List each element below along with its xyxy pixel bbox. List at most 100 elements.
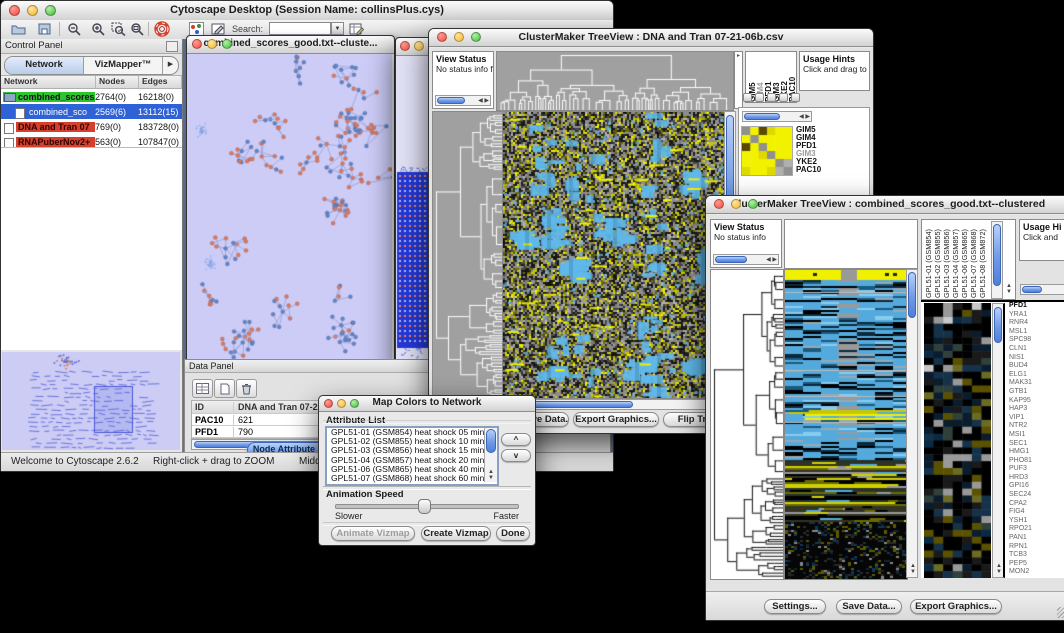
tv1-side-scrollbar[interactable]: ◀ ▶ — [742, 111, 812, 122]
tv1-column-dendrogram[interactable] — [496, 51, 734, 111]
close-button[interactable] — [324, 399, 333, 408]
tv2-zoom-heatmap[interactable] — [924, 303, 991, 578]
column-label[interactable]: GPL51-04 (GSM857) — [951, 222, 960, 298]
gene-label[interactable]: HRD3 — [1007, 474, 1064, 483]
gene-label[interactable]: GPI16 — [1007, 482, 1064, 491]
gene-label[interactable]: MAK31 — [1007, 379, 1064, 388]
gene-label[interactable]: YRA1 — [1007, 311, 1064, 320]
gene-label[interactable]: VIP1 — [1007, 414, 1064, 423]
tv1-action-button[interactable]: Export Graphics... — [573, 412, 659, 427]
create-vizmap-button[interactable]: Create Vizmap — [421, 526, 491, 541]
scroll-arrows[interactable]: ▲▼ — [488, 469, 494, 481]
tool-icon[interactable] — [755, 93, 764, 102]
column-label[interactable]: GPL51-06 (GSM865) — [960, 222, 969, 298]
tv2-action-button[interactable]: Export Graphics... — [910, 599, 1002, 614]
minimize-button[interactable] — [207, 39, 217, 49]
done-button[interactable]: Done — [496, 526, 530, 541]
zoom-button[interactable] — [222, 39, 232, 49]
resize-grip[interactable] — [1057, 607, 1064, 618]
gene-label[interactable]: NTR2 — [1007, 422, 1064, 431]
scroll-arrows[interactable]: ▲▼ — [1006, 283, 1012, 295]
new-attribute-button[interactable] — [214, 379, 235, 398]
close-button[interactable] — [714, 199, 724, 209]
tab-overflow-arrow[interactable]: ▶ — [163, 57, 178, 74]
tv2-row-dendrogram[interactable] — [710, 269, 784, 580]
column-label[interactable]: GPL51-02 (GSM855) — [933, 222, 942, 298]
gene-label[interactable]: BUD4 — [1007, 362, 1064, 371]
scroll-thumb[interactable] — [437, 97, 465, 104]
gene-label[interactable]: ELG1 — [1007, 371, 1064, 380]
column-label[interactable]: GPL51-01 (GSM854) — [924, 222, 933, 298]
scroll-thumb[interactable] — [486, 429, 496, 453]
close-button[interactable] — [400, 41, 410, 51]
gene-label[interactable]: MSI1 — [1007, 431, 1064, 440]
column-label[interactable]: GPL51-03 (GSM856) — [942, 222, 951, 298]
search-dropdown-arrow[interactable]: ▼ — [331, 22, 344, 35]
zoom-button[interactable] — [350, 399, 359, 408]
save-button[interactable] — [35, 21, 53, 37]
tab-network[interactable]: Network — [5, 57, 84, 74]
col-network[interactable]: Network — [1, 76, 96, 88]
tv2-action-button[interactable]: Settings... — [764, 599, 826, 614]
gene-label[interactable]: CLN1 — [1007, 345, 1064, 354]
tv2-status-scrollbar[interactable]: ◀ ▶ — [713, 254, 779, 265]
gene-label[interactable]: SPC98 — [1007, 336, 1064, 345]
gene-label[interactable]: RPO21 — [1007, 525, 1064, 534]
gene-label[interactable]: MSL1 — [1007, 328, 1064, 337]
network-tree-area[interactable] — [1, 147, 182, 350]
cytoscape-titlebar[interactable]: Cytoscape Desktop (Session Name: collins… — [1, 1, 613, 21]
zoom-out-icon[interactable] — [65, 21, 83, 37]
close-button[interactable] — [9, 5, 20, 16]
scroll-arrows[interactable]: ◀ ▶ — [799, 114, 810, 120]
table-mode-button[interactable] — [192, 379, 213, 398]
gene-label[interactable]: HAP3 — [1007, 405, 1064, 414]
tv2-action-button[interactable]: Save Data... — [836, 599, 902, 614]
column-label[interactable]: GPL51-07 (GSM868) — [969, 222, 978, 298]
treeview1-titlebar[interactable]: ClusterMaker TreeView : DNA and Tran 07-… — [429, 29, 873, 47]
gene-label[interactable]: TCB3 — [1007, 551, 1064, 560]
scroll-thumb[interactable] — [715, 256, 747, 263]
dialog-titlebar[interactable]: Map Colors to Network — [319, 396, 535, 412]
gene-label[interactable]: GTB1 — [1007, 388, 1064, 397]
gene-label[interactable]: PUF3 — [1007, 465, 1064, 474]
network-canvas[interactable] — [187, 54, 392, 363]
tv1-selected-cluster-heatmap[interactable] — [741, 126, 793, 176]
speed-slider-thumb[interactable] — [418, 499, 431, 514]
tv1-splitter[interactable]: ▸ — [734, 51, 743, 109]
tv1-status-scrollbar[interactable]: ◀ ▶ — [435, 95, 491, 106]
zoom-in-icon[interactable] — [89, 21, 107, 37]
scroll-arrows[interactable]: ▲▼ — [996, 563, 1002, 575]
zoom-fit-icon[interactable] — [128, 21, 146, 37]
id-column[interactable]: ID — [192, 402, 234, 412]
list-vscrollbar[interactable]: ▲▼ — [484, 428, 497, 482]
zoom-button[interactable] — [748, 199, 758, 209]
tv1-row-dendrogram[interactable] — [432, 111, 504, 399]
gene-label[interactable]: YSH1 — [1007, 517, 1064, 526]
network-view-titlebar[interactable]: combined_scores_good.txt--cluste... — [187, 36, 394, 54]
gene-label[interactable]: CPA2 — [1007, 500, 1064, 509]
close-button[interactable] — [437, 32, 447, 42]
col-nodes[interactable]: Nodes — [96, 76, 139, 88]
scroll-thumb[interactable] — [908, 272, 916, 318]
scroll-arrows[interactable]: ▲▼ — [910, 563, 916, 575]
gene-label[interactable]: PAN1 — [1007, 534, 1064, 543]
zoom-selected-icon[interactable] — [109, 21, 127, 37]
minimize-button[interactable] — [731, 199, 741, 209]
attribute-item[interactable]: GPL51-07 (GSM868) heat shock 60 min — [329, 474, 484, 483]
gene-label[interactable]: KAP95 — [1007, 397, 1064, 406]
grid-network-canvas[interactable] — [396, 56, 430, 369]
search-input[interactable] — [269, 22, 331, 35]
move-up-button[interactable]: ^ — [501, 433, 531, 446]
tool-icon[interactable] — [743, 93, 752, 102]
minimize-button[interactable] — [27, 5, 38, 16]
gene-label[interactable]: HMG1 — [1007, 448, 1064, 457]
tv2-zoom-vscrollbar[interactable]: ▲▼ — [992, 303, 1005, 578]
tv2-labels-vscrollbar[interactable] — [991, 221, 1003, 299]
tool-icon[interactable] — [767, 93, 776, 102]
network-row[interactable]: combined_sco 2569(6) 13112(15) — [1, 104, 182, 119]
gene-label[interactable]: SEC24 — [1007, 491, 1064, 500]
scroll-thumb[interactable] — [1022, 286, 1042, 293]
col-edges[interactable]: Edges — [139, 76, 182, 88]
scroll-arrows[interactable]: ◀ ▶ — [766, 257, 777, 263]
gene-label[interactable]: RPN1 — [1007, 543, 1064, 552]
